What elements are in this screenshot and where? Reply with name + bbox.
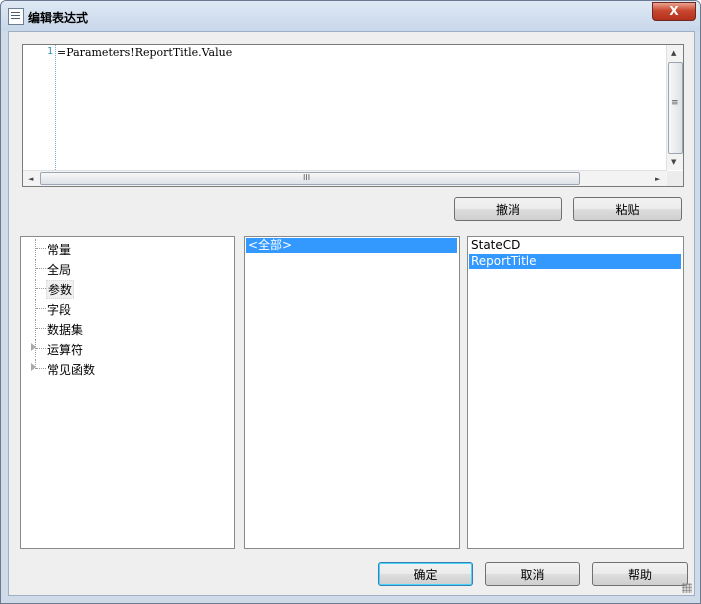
horizontal-scroll-thumb[interactable]: III <box>40 172 580 185</box>
horizontal-grip-icon: III <box>303 173 311 182</box>
line-number: 1 <box>46 46 53 57</box>
tree-item-label: 全局 <box>47 263 72 277</box>
tree-item-label: 运算符 <box>47 343 84 357</box>
expand-arrow-icon[interactable] <box>31 363 36 371</box>
expand-arrow-icon[interactable] <box>31 343 36 351</box>
title-bar: 编辑表达式 X <box>1 1 700 31</box>
scroll-up-icon[interactable]: ▲ <box>671 49 676 57</box>
cancel-button[interactable]: 取消 <box>485 562 580 586</box>
vertical-scroll-thumb[interactable]: ≡ <box>668 62 683 154</box>
dialog-title: 编辑表达式 <box>28 11 89 25</box>
tree-item-globals[interactable]: 全局 <box>21 259 235 277</box>
paste-button[interactable]: 粘贴 <box>573 197 682 221</box>
expression-text[interactable]: =Parameters!ReportTitle.Value <box>57 46 232 59</box>
tree-item-fields[interactable]: 字段 <box>21 299 235 317</box>
undo-button[interactable]: 撤消 <box>454 197 562 221</box>
dialog-body: 1 =Parameters!ReportTitle.Value ▲ ≡ ▼ ◄ … <box>8 31 695 596</box>
vertical-scrollbar[interactable]: ▲ ≡ ▼ <box>666 45 683 170</box>
ok-button[interactable]: 确定 <box>378 562 473 586</box>
tree-item-label: 参数 <box>46 280 75 299</box>
tree-item-operators[interactable]: 运算符 <box>21 339 235 357</box>
tree-item-label: 字段 <box>47 303 72 317</box>
tree-item-datasets[interactable]: 数据集 <box>21 319 235 337</box>
dialog-icon <box>8 8 24 25</box>
close-button[interactable]: X <box>652 2 696 21</box>
tree-item-constants[interactable]: 常量 <box>21 239 235 257</box>
list-item-all[interactable]: <全部> <box>246 238 457 253</box>
item-list[interactable]: StateCD ReportTitle <box>467 236 684 549</box>
tree-item-label: 常见函数 <box>47 363 96 377</box>
edit-expression-dialog: 编辑表达式 X 1 =Parameters!ReportTitle.Value … <box>0 0 701 604</box>
expression-editor[interactable]: 1 =Parameters!ReportTitle.Value ▲ ≡ ▼ ◄ … <box>22 44 684 187</box>
scroll-left-icon[interactable]: ◄ <box>28 175 33 183</box>
scroll-right-icon[interactable]: ► <box>655 175 660 183</box>
line-number-gutter: 1 <box>23 45 56 170</box>
tree-item-parameters[interactable]: 参数 <box>21 279 235 299</box>
tree-item-label: 数据集 <box>47 323 84 337</box>
subcategory-list[interactable]: <全部> <box>244 236 460 549</box>
list-item-reporttitle[interactable]: ReportTitle <box>469 254 681 269</box>
scroll-down-icon[interactable]: ▼ <box>671 158 676 166</box>
category-tree[interactable]: 常量 全局 参数 字段 数据集 运算符 常见函数 <box>20 236 235 549</box>
vertical-grip-icon: ≡ <box>671 98 679 108</box>
help-button[interactable]: 帮助 <box>592 562 688 586</box>
tree-item-label: 常量 <box>47 243 72 257</box>
horizontal-scrollbar[interactable]: ◄ III ► <box>23 170 667 186</box>
tree-item-common-functions[interactable]: 常见函数 <box>21 359 235 377</box>
list-item-statecd[interactable]: StateCD <box>469 238 681 253</box>
resize-grip-icon[interactable] <box>682 583 692 593</box>
scrollbar-corner <box>667 171 683 186</box>
